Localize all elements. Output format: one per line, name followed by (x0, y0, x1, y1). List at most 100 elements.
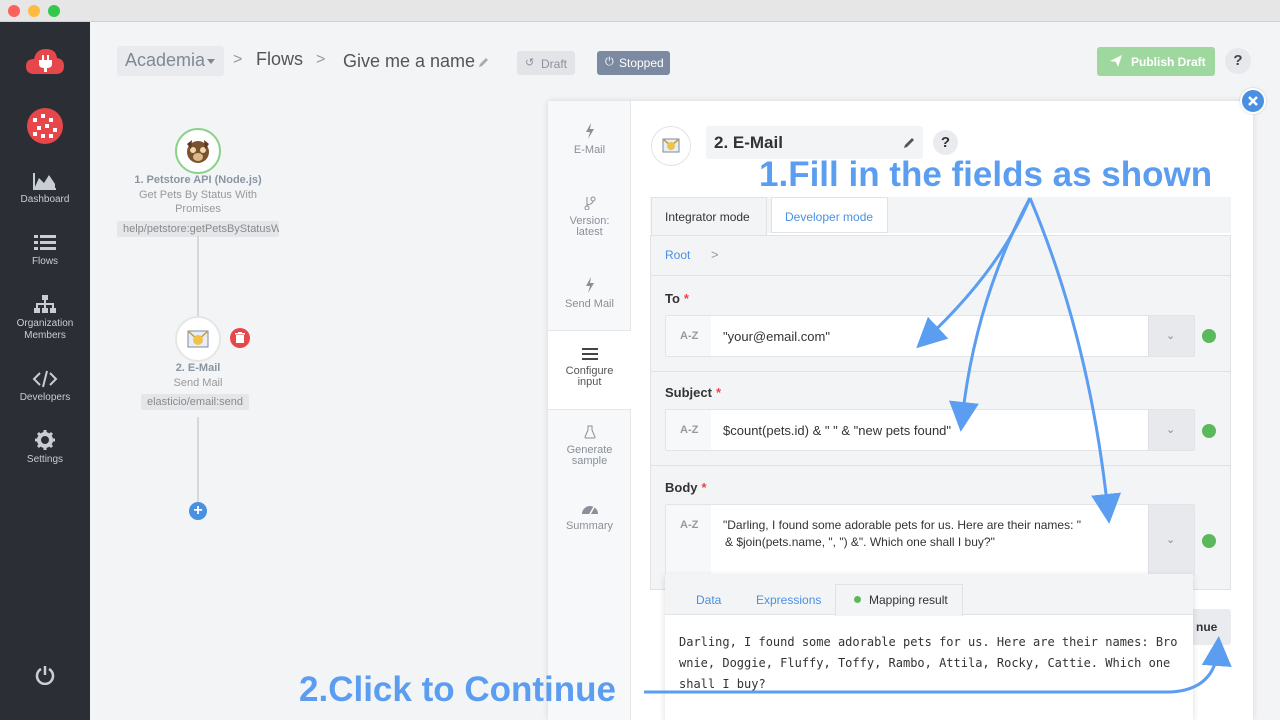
close-icon (1248, 96, 1258, 106)
power-small-icon: ⏻ (605, 56, 614, 68)
tab-developer-mode[interactable]: Developer mode (771, 197, 888, 233)
sidebar-item-developers[interactable]: Developers (0, 370, 90, 404)
sidebar-item-label: Settings (26, 454, 64, 465)
maximize-window-button[interactable] (48, 5, 60, 17)
step-version[interactable]: Version: latest (548, 196, 631, 238)
bolt-icon (585, 123, 594, 139)
node-1-subtitle-line2: Promises (175, 203, 221, 215)
step-generate-sample[interactable]: Generate sample (548, 425, 631, 467)
az-type-icon: A-Z (680, 519, 699, 531)
step-title: 2. E-Mail (714, 133, 783, 152)
workspace-name: Academia (125, 50, 206, 70)
step-configure-input[interactable]: Configure input (548, 330, 631, 410)
to-valid-check-icon (1202, 329, 1216, 343)
body-dropdown-button[interactable]: ⌄ (1148, 505, 1194, 575)
mapping-result-text: Darling, I found some adorable pets for … (679, 635, 1178, 691)
node-1-tag: help/petstore:getPetsByStatusW (117, 221, 279, 237)
paper-plane-icon (1109, 54, 1123, 71)
sidebar-item-dashboard[interactable]: Dashboard (0, 172, 90, 206)
subject-input[interactable]: $count(pets.id) & " " & "new pets found" (711, 410, 1148, 450)
node-2-subtitle: Send Mail (173, 377, 223, 389)
close-window-button[interactable] (8, 5, 20, 17)
subject-dropdown-button[interactable]: ⌄ (1148, 410, 1194, 450)
to-dropdown-button[interactable]: ⌄ (1148, 316, 1194, 356)
step-nav: E-Mail Version: latest Send Mail Configu… (548, 101, 631, 720)
list-icon (34, 235, 56, 250)
node-1-subtitle: Get Pets By Status With (139, 189, 257, 201)
body-textarea[interactable]: "Darling, I found some adorable pets for… (711, 505, 1148, 575)
pencil-icon[interactable] (478, 55, 490, 73)
bolt-icon (585, 277, 594, 293)
petstore-node-icon[interactable] (175, 128, 221, 174)
step-send-mail[interactable]: Send Mail (548, 277, 631, 310)
to-input[interactable]: "your@email.com" (711, 316, 1148, 356)
cloud-plug-logo-icon[interactable] (25, 46, 65, 76)
help-button[interactable]: ? (1225, 48, 1251, 74)
body-field[interactable]: A-Z "Darling, I found some adorable pets… (665, 504, 1195, 576)
caret-down-icon (207, 59, 215, 64)
org-chart-icon (34, 295, 56, 313)
subject-label: Subject * (665, 385, 722, 400)
az-type-icon: A-Z (680, 330, 699, 342)
tab-integrator-mode[interactable]: Integrator mode (651, 197, 767, 235)
undo-icon: ↺ (525, 57, 535, 69)
flow-connector (197, 236, 199, 316)
area-chart-icon (33, 173, 56, 190)
window-titlebar (0, 0, 1280, 22)
publish-draft-button[interactable]: Publish Draft (1097, 47, 1215, 76)
chevron-right-icon: > (233, 51, 243, 68)
draft-badge[interactable]: ↺ Draft (517, 51, 575, 75)
tab-mapping-result[interactable]: Mapping result (835, 584, 963, 616)
annotation-fill-fields: 1.Fill in the fields as shown (759, 155, 1213, 194)
body-valid-check-icon (1202, 534, 1216, 548)
tab-expressions[interactable]: Expressions (756, 593, 821, 607)
flask-icon (583, 425, 596, 439)
tab-data[interactable]: Data (696, 593, 721, 607)
close-panel-button[interactable] (1240, 88, 1266, 114)
minimize-window-button[interactable] (28, 5, 40, 17)
flow-name[interactable]: Give me a name (343, 51, 475, 72)
pencil-icon[interactable] (903, 136, 916, 154)
node-2-tag: elasticio/email:send (141, 394, 249, 410)
trash-icon (235, 332, 245, 343)
sidebar-item-organization-members[interactable]: Organization Members (0, 294, 90, 342)
root-breadcrumb[interactable]: Root (665, 248, 690, 262)
step-help-button[interactable]: ? (933, 130, 958, 155)
node-1-title: 1. Petstore API (Node.js) (134, 174, 262, 186)
sidebar-item-settings[interactable]: Settings (0, 430, 90, 466)
az-type-icon: A-Z (680, 424, 699, 436)
breadcrumb-flows[interactable]: Flows (256, 49, 303, 70)
sidebar-item-label: Dashboard (20, 194, 70, 205)
subject-field[interactable]: A-Z $count(pets.id) & " " & "new pets fo… (665, 409, 1195, 451)
organization-avatar[interactable] (27, 108, 63, 144)
status-dot-icon (854, 596, 861, 603)
branch-icon (584, 196, 595, 210)
sidebar-item-label: Organization Members (16, 318, 74, 341)
step-summary[interactable]: Summary (548, 501, 631, 532)
workspace-selector[interactable]: Academia (117, 46, 224, 76)
chevron-right-icon: > (316, 51, 326, 68)
power-icon[interactable] (35, 665, 55, 686)
gauge-icon (581, 506, 598, 515)
chevron-down-icon: ⌄ (1166, 424, 1176, 436)
sidebar-item-flows[interactable]: Flows (0, 234, 90, 268)
mapping-result-popover: Data Expressions Mapping result Darling,… (665, 574, 1193, 720)
delete-node-button[interactable] (230, 328, 250, 348)
stopped-badge[interactable]: ⏻ Stopped (597, 51, 670, 75)
to-label: To * (665, 291, 689, 306)
email-node-icon[interactable] (175, 316, 221, 362)
divider (651, 371, 1230, 372)
to-field[interactable]: A-Z "your@email.com" ⌄ (665, 315, 1195, 357)
gear-icon (35, 430, 55, 450)
mapping-area: Root > To * A-Z "your@email.com" ⌄ Subjec… (650, 235, 1231, 590)
sidebar-item-label: Flows (31, 256, 59, 267)
add-step-button[interactable]: + (189, 502, 207, 520)
divider (651, 275, 1230, 276)
body-label: Body * (665, 480, 707, 495)
sidebar: Dashboard Flows Organization Members Dev… (0, 22, 90, 720)
subject-valid-check-icon (1202, 424, 1216, 438)
step-email[interactable]: E-Mail (548, 123, 631, 156)
code-icon (32, 370, 58, 388)
flow-connector (197, 417, 199, 502)
chevron-down-icon: ⌄ (1166, 534, 1176, 546)
